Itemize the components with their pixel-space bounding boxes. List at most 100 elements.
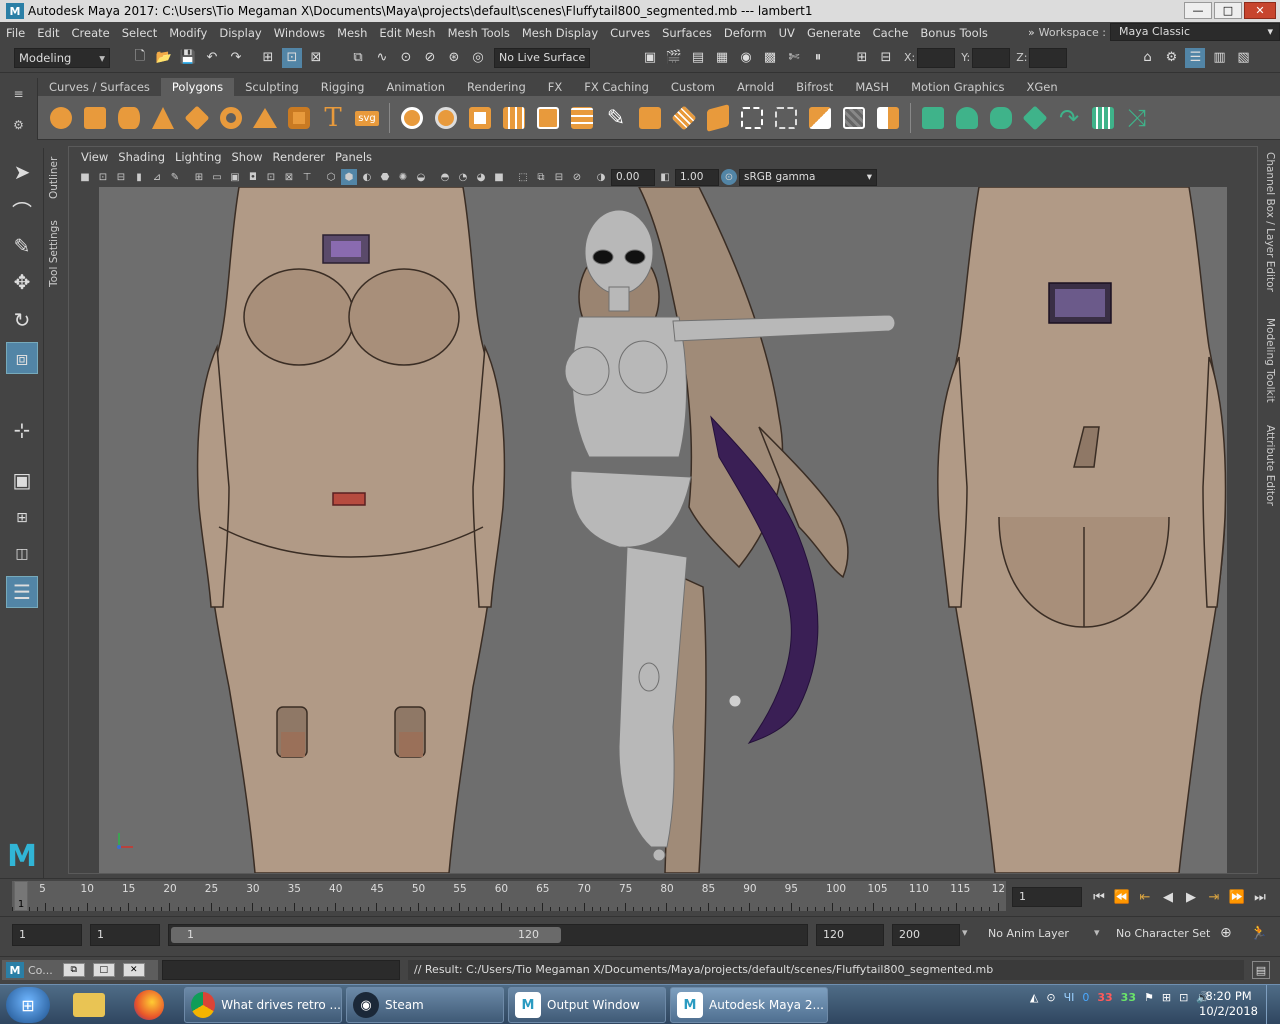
- menu-generate[interactable]: Generate: [801, 26, 867, 40]
- gamma-icon[interactable]: ◧: [657, 169, 673, 185]
- workspace-dropdown[interactable]: Maya Classic: [1110, 23, 1280, 41]
- two-pane-layout-icon[interactable]: ◫: [6, 538, 38, 570]
- shelf-tab-fx-caching[interactable]: FX Caching: [573, 78, 660, 96]
- chevron-down-icon[interactable]: ▾: [1094, 926, 1100, 939]
- shelf-tab-animation[interactable]: Animation: [375, 78, 456, 96]
- play-backwards-icon[interactable]: ◀: [1159, 887, 1177, 907]
- bevel-icon[interactable]: [805, 103, 835, 133]
- exposure-field[interactable]: 0.00: [611, 168, 655, 186]
- select-hierarchy-icon[interactable]: ⊞: [258, 48, 278, 68]
- panel-menu-show[interactable]: Show: [228, 150, 269, 164]
- poly-cube-icon[interactable]: [80, 103, 110, 133]
- wireframe-icon[interactable]: ⬡: [323, 169, 339, 185]
- exposure-icon[interactable]: ◑: [593, 169, 609, 185]
- xray-joints-icon[interactable]: ⊟: [551, 169, 567, 185]
- gamma-field[interactable]: 1.00: [675, 168, 719, 186]
- playback-end-field[interactable]: 120: [816, 924, 884, 946]
- scale-tool-icon[interactable]: ⧈: [6, 342, 38, 374]
- resolution-gate-icon[interactable]: ▣: [227, 169, 243, 185]
- menu-deform[interactable]: Deform: [718, 26, 773, 40]
- shelf-menu-icon[interactable]: ≡: [13, 87, 23, 101]
- shelf-tab-curves-surfaces[interactable]: Curves / Surfaces: [38, 78, 161, 96]
- xray-icon[interactable]: ⧉: [533, 169, 549, 185]
- lights-icon[interactable]: ✺: [395, 169, 411, 185]
- menu-mesh-tools[interactable]: Mesh Tools: [442, 26, 516, 40]
- restore-icon[interactable]: ⧉: [62, 963, 85, 977]
- menu-mesh[interactable]: Mesh: [331, 26, 373, 40]
- poly-plane-icon[interactable]: [182, 103, 212, 133]
- poly-sphere-icon[interactable]: [46, 103, 76, 133]
- command-input[interactable]: [162, 960, 400, 980]
- channel-box-toggle-icon[interactable]: ☰: [1185, 47, 1206, 68]
- minimize-icon[interactable]: —: [1184, 2, 1212, 19]
- uv-planar-icon[interactable]: [918, 103, 948, 133]
- move-tool-icon[interactable]: ✥: [6, 266, 38, 298]
- shelf-tab-rigging[interactable]: Rigging: [310, 78, 376, 96]
- step-forward-frame-icon[interactable]: ⏩: [1228, 887, 1246, 907]
- safe-action-icon[interactable]: ⊠: [281, 169, 297, 185]
- network-icon[interactable]: ⊞: [1162, 991, 1171, 1004]
- range-handle[interactable]: 1 120: [171, 927, 561, 943]
- sign-in-icon[interactable]: ⌂: [1137, 48, 1157, 68]
- camera-icon[interactable]: ■: [77, 169, 93, 185]
- channel-box-tab[interactable]: Channel Box / Layer Editor: [1260, 152, 1280, 292]
- fill-hole-icon[interactable]: [703, 103, 733, 133]
- command-line-tab-label[interactable]: Co...: [28, 964, 53, 977]
- menu-set-dropdown[interactable]: Modeling: [14, 47, 110, 68]
- poly-pyramid-icon[interactable]: [250, 103, 280, 133]
- isolate-select-icon[interactable]: ⬚: [515, 169, 531, 185]
- reduce-icon[interactable]: [567, 103, 597, 133]
- menu-edit-mesh[interactable]: Edit Mesh: [373, 26, 441, 40]
- toolkit-icon[interactable]: ⚙: [1161, 48, 1181, 68]
- shelf-settings-icon[interactable]: ⚙: [13, 118, 24, 132]
- poly-cylinder-icon[interactable]: [114, 103, 144, 133]
- tray-chevron-icon[interactable]: ◭: [1030, 991, 1038, 1004]
- snap-grid-icon[interactable]: ⧉: [348, 48, 368, 68]
- undo-icon[interactable]: ↶: [202, 48, 222, 68]
- snap-live-icon[interactable]: ⊛: [444, 48, 464, 68]
- select-object-icon[interactable]: ⊡: [282, 47, 302, 68]
- default-material-icon[interactable]: ◐: [359, 169, 375, 185]
- menu-modify[interactable]: Modify: [163, 26, 213, 40]
- panel-menu-shading[interactable]: Shading: [114, 150, 171, 164]
- playback-start-field[interactable]: 1: [90, 924, 160, 946]
- rotate-tool-icon[interactable]: ↻: [6, 304, 38, 336]
- modeling-toolkit-tab[interactable]: Modeling Toolkit: [1260, 310, 1280, 410]
- render-view-icon[interactable]: ▣: [640, 48, 660, 68]
- bridge-icon[interactable]: [771, 103, 801, 133]
- shelf-tab-rendering[interactable]: Rendering: [456, 78, 537, 96]
- shelf-tab-polygons[interactable]: Polygons: [160, 78, 235, 96]
- select-component-icon[interactable]: ⊠: [306, 48, 326, 68]
- image-plane-icon[interactable]: ⊿: [149, 169, 165, 185]
- mirror-icon[interactable]: [635, 103, 665, 133]
- sculpt-icon[interactable]: ✎: [601, 103, 631, 133]
- color-management-icon[interactable]: ⊙: [721, 169, 737, 185]
- live-surface-field[interactable]: No Live Surface: [494, 47, 590, 68]
- depth-of-field-icon[interactable]: ■: [491, 169, 507, 185]
- current-frame-field[interactable]: 1: [1012, 887, 1082, 907]
- gate-mask-icon[interactable]: ◘: [245, 169, 261, 185]
- make-live-icon[interactable]: ◎: [468, 48, 488, 68]
- ambient-occlusion-icon[interactable]: ◓: [437, 169, 453, 185]
- shelf-tab-custom[interactable]: Custom: [660, 78, 726, 96]
- append-icon[interactable]: [873, 103, 903, 133]
- double-chevron-icon[interactable]: »: [1028, 26, 1035, 39]
- film-gate-icon[interactable]: ▭: [209, 169, 225, 185]
- anti-aliasing-icon[interactable]: ◕: [473, 169, 489, 185]
- uv-editor-icon[interactable]: ⤨: [1122, 103, 1152, 133]
- action-center-flag-icon[interactable]: ⚑: [1144, 991, 1154, 1004]
- usb-icon[interactable]: ⊡: [1179, 991, 1188, 1004]
- menu-uv[interactable]: UV: [773, 26, 801, 40]
- multi-cut-icon[interactable]: [737, 103, 767, 133]
- wireframe-on-shaded-icon[interactable]: ⬣: [377, 169, 393, 185]
- shelf-tab-xgen[interactable]: XGen: [1016, 78, 1069, 96]
- grid-icon[interactable]: ⊞: [191, 169, 207, 185]
- step-back-key-icon[interactable]: ⇤: [1136, 887, 1154, 907]
- smooth-icon[interactable]: [533, 103, 563, 133]
- pause-icon[interactable]: ⏸: [808, 48, 828, 68]
- redo-icon[interactable]: ↷: [226, 48, 246, 68]
- shelf-tab-fx[interactable]: FX: [537, 78, 574, 96]
- cancel-render-icon[interactable]: ✄: [784, 48, 804, 68]
- tool-settings-toggle-icon[interactable]: ▧: [1233, 48, 1253, 68]
- outliner-tab[interactable]: Outliner: [44, 148, 64, 208]
